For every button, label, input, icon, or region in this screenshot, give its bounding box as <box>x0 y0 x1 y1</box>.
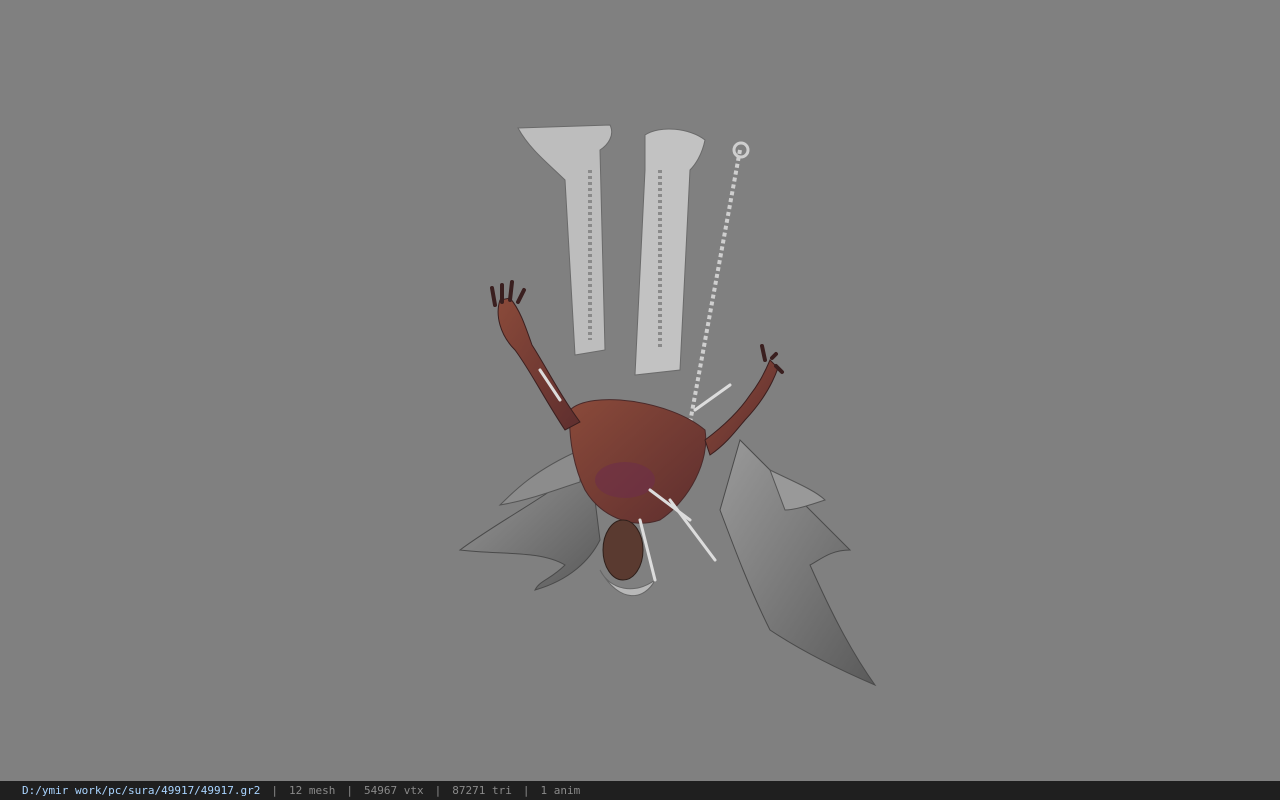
right-wing <box>719 439 877 687</box>
triangle-count: 87271 tri <box>452 784 512 797</box>
head <box>599 519 656 597</box>
left-arm <box>490 280 581 431</box>
separator: | <box>271 784 279 797</box>
vertex-count: 54967 vtx <box>364 784 424 797</box>
separator: | <box>434 784 442 797</box>
separator: | <box>346 784 354 797</box>
chain <box>683 141 750 451</box>
animation-count: 1 anim <box>540 784 581 797</box>
legs <box>517 124 706 376</box>
mesh-count: 12 mesh <box>289 784 336 797</box>
file-path: D:/ymir work/pc/sura/49917/49917.gr2 <box>22 784 261 797</box>
status-bar: D:/ymir work/pc/sura/49917/49917.gr2 | 12 … <box>0 781 1280 800</box>
separator: | <box>522 784 530 797</box>
model-render <box>458 124 877 687</box>
3d-viewport[interactable] <box>0 0 1280 781</box>
right-arm <box>704 344 784 456</box>
